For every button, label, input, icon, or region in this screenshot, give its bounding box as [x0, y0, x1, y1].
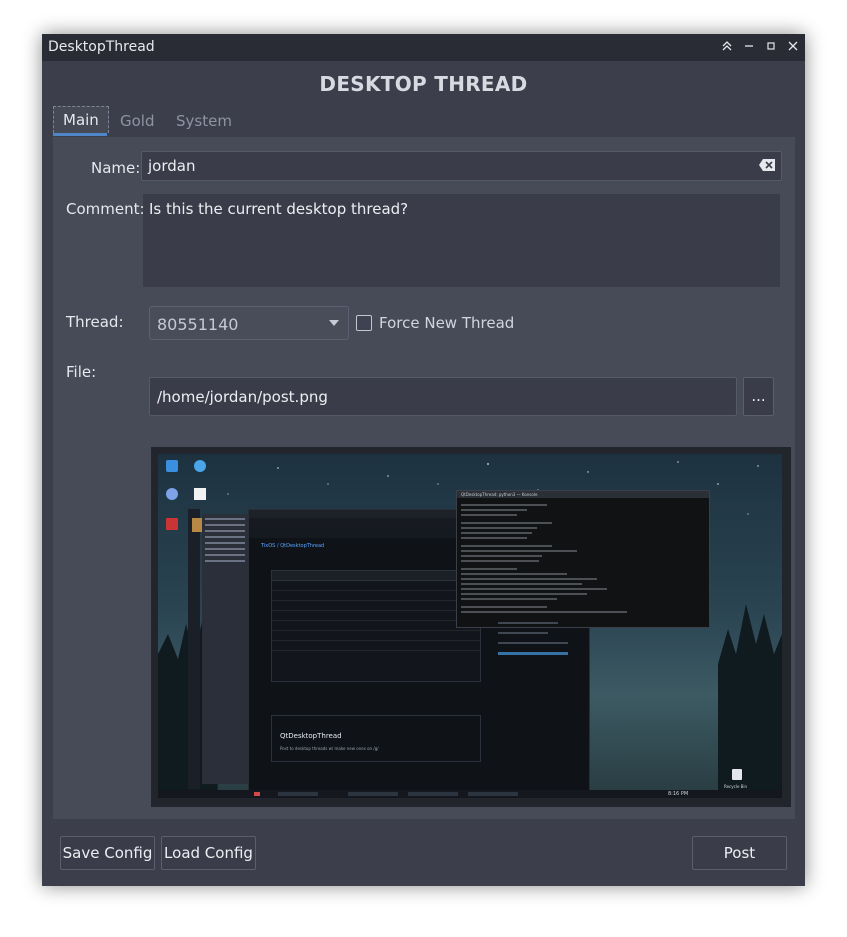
clear-text-icon[interactable] [758, 158, 776, 172]
preview-repo-path: TixOS / QtDesktopThread [261, 543, 325, 549]
force-new-thread-checkbox[interactable] [356, 315, 372, 331]
name-field[interactable]: jordan [141, 151, 782, 181]
thread-value: 80551140 [157, 315, 239, 334]
desktop-icon [166, 518, 178, 530]
active-tab-indicator [53, 133, 107, 136]
preview-recycle-bin-label: Recycle Bin [724, 784, 748, 789]
main-tab-panel: Name: jordan Comment: Is this the curren… [53, 137, 795, 819]
desktop-screenshot: TixOS / QtDesktopThread QtDesktopThread [158, 454, 782, 798]
post-button[interactable]: Post [692, 836, 787, 870]
desktop-icon [194, 460, 206, 472]
file-label: File: [66, 363, 97, 381]
name-label: Name: [91, 159, 141, 177]
preview-terminal-window: QtDesktopThread: python3 — Konsole [456, 490, 710, 628]
comment-textarea[interactable]: Is this the current desktop thread? [143, 194, 780, 287]
title-bar[interactable]: DesktopThread [42, 34, 805, 61]
preview-readme-title: QtDesktopThread [280, 732, 342, 740]
keep-above-icon[interactable] [719, 39, 735, 55]
tab-gold[interactable]: Gold [120, 112, 155, 130]
window-title: DesktopThread [48, 39, 155, 55]
app-heading: DESKTOP THREAD [319, 72, 528, 96]
file-path-value: /home/jordan/post.png [157, 388, 328, 406]
browse-file-button[interactable]: ... [743, 377, 774, 416]
image-preview: TixOS / QtDesktopThread QtDesktopThread [151, 447, 791, 807]
recycle-bin-icon [732, 769, 742, 780]
preview-clock: 8:16 PM [668, 791, 689, 797]
maximize-icon[interactable] [763, 39, 779, 55]
minimize-icon[interactable] [741, 39, 757, 55]
name-value: jordan [148, 157, 196, 175]
main-window: DesktopThread DESKTOP THREAD Main Gold S… [42, 34, 805, 886]
load-config-button[interactable]: Load Config [161, 836, 256, 870]
comment-label: Comment: [66, 200, 145, 218]
preview-repo-sidebar [498, 614, 588, 714]
file-path-field[interactable]: /home/jordan/post.png [149, 377, 737, 416]
tab-main[interactable]: Main [53, 106, 109, 133]
preview-side-window [202, 514, 248, 784]
save-config-button[interactable]: Save Config [60, 836, 155, 870]
chevron-down-icon [329, 320, 339, 326]
preview-dock [188, 509, 200, 789]
thread-combobox[interactable]: 80551140 [149, 306, 349, 340]
desktop-icon [194, 488, 206, 500]
preview-readme-text: Post to desktop threads w/ make new ones… [280, 746, 379, 751]
preview-terminal-title: QtDesktopThread: python3 — Konsole [461, 492, 538, 497]
desktop-icon [166, 460, 178, 472]
preview-taskbar: 8:16 PM [158, 790, 782, 798]
thread-label: Thread: [66, 313, 124, 331]
force-new-thread-label: Force New Thread [379, 314, 515, 332]
close-icon[interactable] [785, 39, 801, 55]
desktop-icon [166, 488, 178, 500]
tab-system[interactable]: System [176, 112, 232, 130]
